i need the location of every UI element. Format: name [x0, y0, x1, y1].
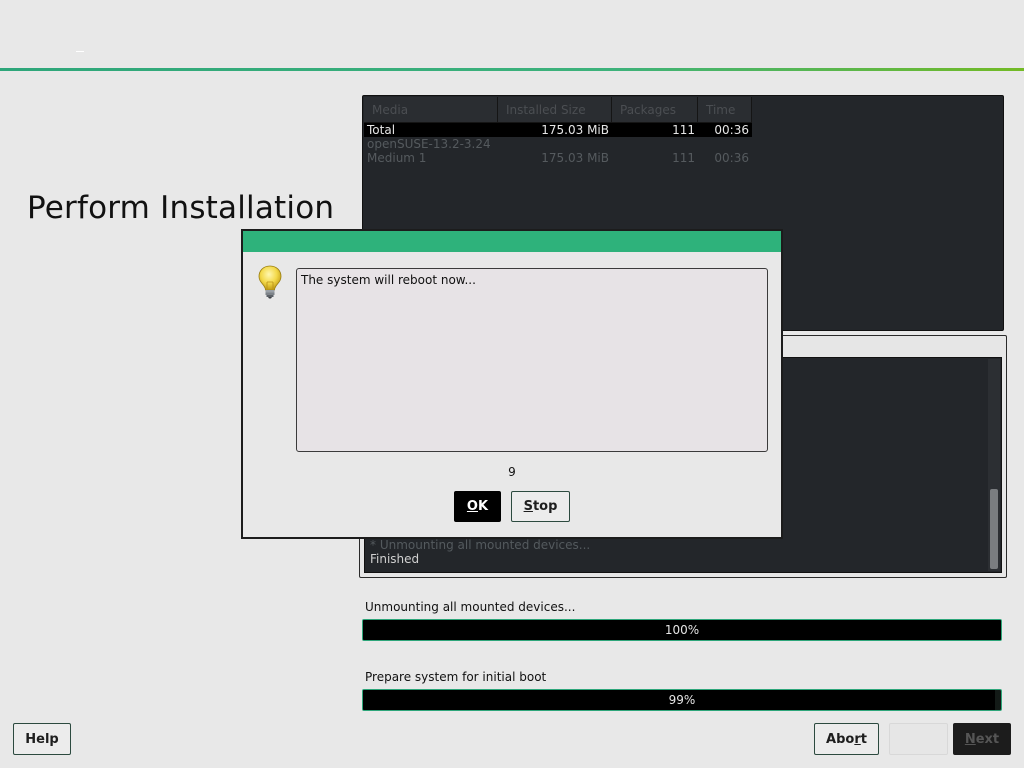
next-mnemonic: N: [964, 731, 976, 747]
table-row[interactable]: Total 175.03 MiB 111 00:36: [364, 123, 752, 137]
stop-label: top: [532, 499, 558, 514]
back-button[interactable]: [889, 723, 948, 755]
log-scrollbar[interactable]: [988, 359, 1000, 571]
cell-media: Total: [367, 123, 396, 137]
progress-percent: 99%: [668, 693, 696, 707]
column-header-time[interactable]: Time: [698, 97, 752, 123]
reboot-dialog: The system will reboot now... 9 OK Stop: [241, 229, 783, 539]
dialog-message-box[interactable]: The system will reboot now...: [296, 268, 768, 452]
progress-percent: 100%: [664, 623, 700, 637]
dialog-titlebar[interactable]: [243, 231, 781, 252]
lightbulb-icon: [258, 265, 282, 299]
abort-label-end: t: [860, 731, 867, 747]
column-header-media[interactable]: Media: [364, 97, 498, 123]
log-scrollbar-thumb[interactable]: [990, 489, 998, 569]
cell-packages: [612, 137, 698, 151]
log-line: * Unmounting all mounted devices...: [370, 538, 591, 552]
help-button[interactable]: Help: [13, 723, 71, 755]
media-table[interactable]: Media Installed Size Packages Time Total…: [364, 97, 752, 165]
countdown-timer: 9: [508, 465, 516, 479]
ok-label: K: [477, 499, 489, 514]
next-label: ext: [975, 731, 1000, 747]
cell-size: [498, 137, 612, 151]
table-row[interactable]: openSUSE-13.2-3.24: [364, 137, 752, 151]
ok-mnemonic: O: [466, 499, 478, 514]
table-row[interactable]: Medium 1 175.03 MiB 111 00:36: [364, 151, 752, 165]
progress-bar-prepare-boot: 99%: [362, 689, 1002, 711]
progress-label-prepare-boot: Prepare system for initial boot: [365, 670, 547, 684]
cell-time: 00:36: [714, 123, 749, 137]
progress-bar-unmounting: 100%: [362, 619, 1002, 641]
cell-time: 00:36: [714, 151, 749, 165]
column-header-installed-size[interactable]: Installed Size: [498, 97, 612, 123]
dialog-message: The system will reboot now...: [301, 273, 476, 287]
cell-size: 175.03 MiB: [541, 123, 609, 137]
cell-media: openSUSE-13.2-3.24: [367, 137, 491, 151]
media-table-header: Media Installed Size Packages Time: [364, 97, 752, 123]
cell-media: Medium 1: [367, 151, 427, 165]
cell-packages: 111: [672, 151, 695, 165]
abort-label: Abo: [826, 731, 855, 747]
stop-mnemonic: S: [523, 499, 533, 514]
stop-button[interactable]: Stop: [511, 491, 570, 522]
log-line: Finished: [370, 552, 420, 566]
cell-time: [698, 137, 752, 151]
next-button[interactable]: Next: [953, 723, 1011, 755]
column-header-packages[interactable]: Packages: [612, 97, 698, 123]
abort-button[interactable]: Abo r t: [814, 723, 879, 755]
cell-packages: 111: [672, 123, 695, 137]
header-logo-mark: [76, 51, 84, 52]
header-accent-line: [0, 68, 1024, 71]
cell-size: 175.03 MiB: [541, 151, 609, 165]
page-title: Perform Installation: [27, 190, 335, 226]
ok-button[interactable]: OK: [454, 491, 501, 522]
progress-label-unmounting: Unmounting all mounted devices...: [365, 600, 576, 614]
